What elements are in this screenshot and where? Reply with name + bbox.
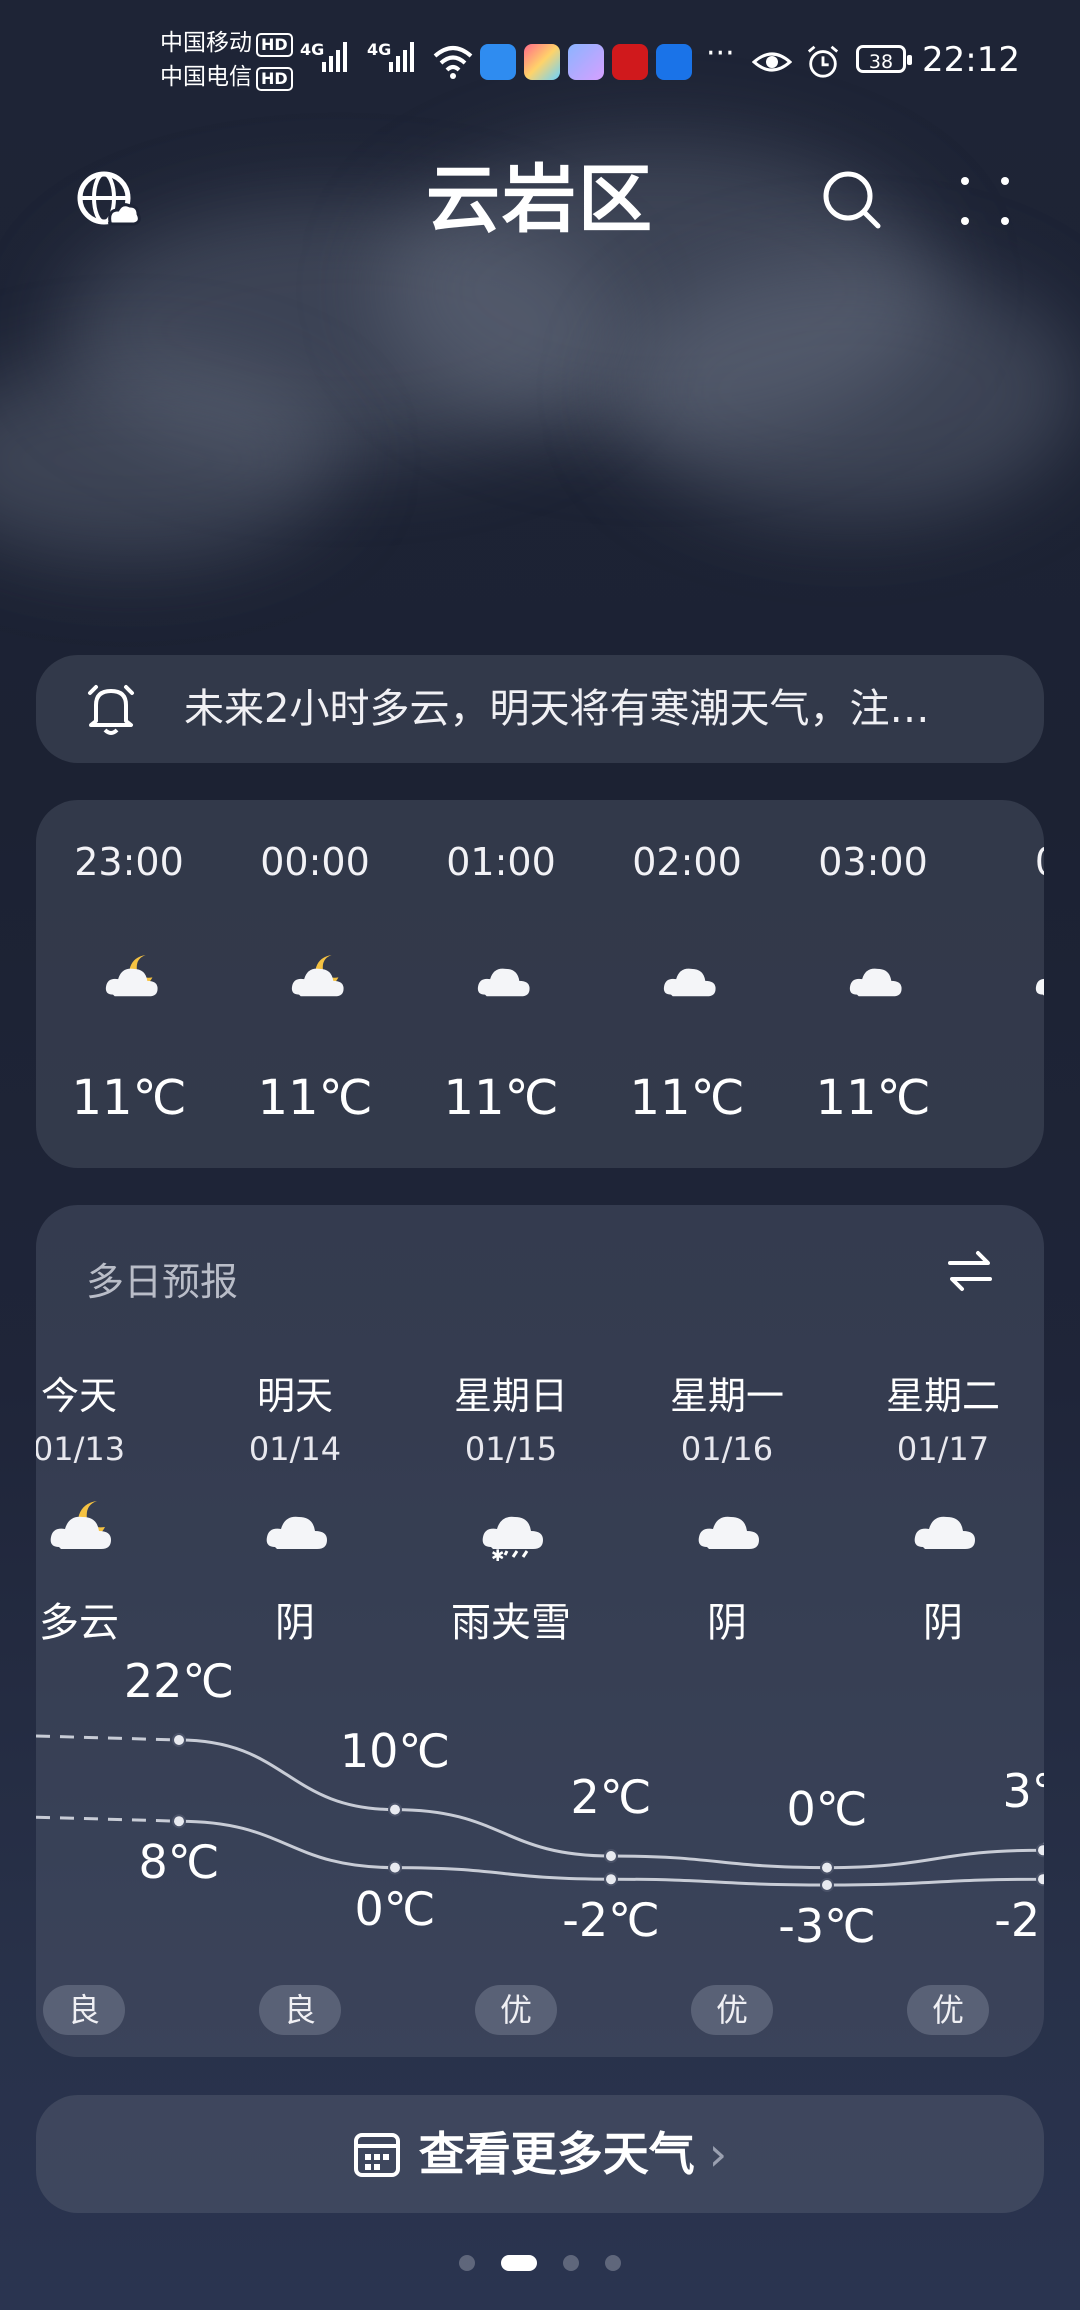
moon-cloud-icon	[282, 950, 352, 1010]
low-temp-label: 0℃	[354, 1881, 436, 1936]
page-dot[interactable]	[563, 2254, 579, 2271]
music-app-icon	[568, 44, 604, 80]
page-dot[interactable]	[459, 2254, 475, 2271]
hour-temp: 11℃	[629, 1070, 745, 1126]
high-temp-label: 10℃	[339, 1723, 451, 1778]
moon-cloud-icon	[96, 950, 166, 1010]
high-temp-point	[820, 1860, 834, 1875]
low-temp-point	[820, 1878, 834, 1892]
page-title: 云岩区	[426, 157, 654, 243]
low-temp-point	[604, 1872, 618, 1887]
hour-temp: 11℃	[257, 1070, 373, 1126]
low-temp-label: -3℃	[778, 1899, 876, 1953]
hd-badge: HD	[256, 33, 293, 57]
high-temp-label: 0℃	[786, 1781, 868, 1836]
hour-time: 03:00	[818, 840, 928, 884]
bell-alarm-icon	[88, 685, 134, 735]
hour-temp: 11℃	[815, 1070, 931, 1126]
status-time: 22:12	[922, 40, 1020, 80]
hour-temp: 11℃	[71, 1070, 187, 1126]
page-dot[interactable]	[501, 2254, 537, 2271]
signal-icon	[389, 42, 417, 72]
more-notifications-icon: ···	[706, 36, 735, 71]
carrier-1: 中国移动	[160, 30, 252, 56]
eye-icon	[752, 52, 792, 72]
wifi-icon	[433, 46, 473, 79]
cloud-icon	[840, 950, 910, 1010]
hour-time: 02:00	[632, 840, 742, 884]
study-app-icon	[612, 44, 648, 80]
signal-icon	[322, 42, 350, 72]
alert-text: 未来2小时多云，明天将有寒潮天气，注…	[184, 686, 930, 732]
chevron-right-icon: ›	[708, 2127, 728, 2181]
cloud-icon	[1026, 950, 1044, 1010]
high-temp-point	[604, 1849, 618, 1863]
network-type-2: 4G	[367, 40, 392, 59]
header: 云岩区	[0, 140, 1080, 260]
low-temp-history-dash	[36, 1815, 180, 1823]
hour-time: 23:00	[74, 840, 184, 884]
high-temp-point	[1036, 1843, 1044, 1858]
high-temp-label: 22℃	[123, 1654, 235, 1708]
hour-time: 04	[966, 840, 1044, 884]
high-temp-point	[388, 1802, 402, 1817]
more-weather-button[interactable]: 查看更多天气 ›	[36, 2095, 1044, 2213]
weather-alert-banner[interactable]: 未来2小时多云，明天将有寒潮天气，注…	[36, 655, 1044, 763]
low-temp-point	[1036, 1872, 1044, 1887]
hour-temp: 11℃	[443, 1070, 559, 1126]
page-indicator	[0, 2252, 1080, 2271]
hourly-forecast[interactable]: 23:00 11℃ 00:00 11℃ 01:00 11℃ 02:00 11℃ 03:00 11℃…	[36, 800, 1044, 1168]
high-temp-history-dash	[36, 1734, 180, 1742]
low-temp-point	[172, 1814, 186, 1829]
hour-temp: 1	[966, 1070, 1045, 1126]
page-dot[interactable]	[605, 2254, 621, 2271]
battery-icon: 38	[856, 45, 912, 73]
hour-time: 01:00	[446, 840, 556, 884]
cloud-icon	[654, 950, 724, 1010]
hour-time: 00:00	[260, 840, 370, 884]
weather-app-icon	[480, 44, 516, 80]
network-type-1: 4G	[300, 40, 325, 59]
high-temp-label: 2℃	[570, 1770, 652, 1824]
daily-forecast: 多日预报 今天 01/13 多云良明天 01/14 阴良星期日 01/15 ✱ 雨夹雪优星期一…	[36, 1205, 1044, 2057]
carrier-info: 中国移动 HD 中国电信 HD	[160, 26, 293, 94]
status-bar: 中国移动 HD 中国电信 HD 4G 4G ··· 38 22:12	[0, 0, 1080, 120]
app-icon	[656, 44, 692, 80]
more-weather-label: 查看更多天气	[418, 2127, 695, 2181]
more-dots-icon[interactable]	[950, 166, 1020, 236]
carrier-2: 中国电信	[160, 64, 252, 90]
high-temp-label: 3℃	[1002, 1764, 1044, 1819]
low-temp-point	[388, 1860, 402, 1875]
alarm-icon	[807, 45, 839, 78]
app-icon	[524, 44, 560, 80]
low-temp-label: 8℃	[138, 1835, 220, 1890]
high-temp-point	[172, 1733, 186, 1747]
search-icon[interactable]	[818, 166, 888, 236]
low-temp-label: -2℃	[994, 1893, 1044, 1948]
calendar-icon	[353, 2132, 400, 2177]
low-temp-label: -2℃	[562, 1893, 660, 1948]
hd-badge: HD	[256, 67, 293, 91]
cloud-icon	[468, 950, 538, 1010]
